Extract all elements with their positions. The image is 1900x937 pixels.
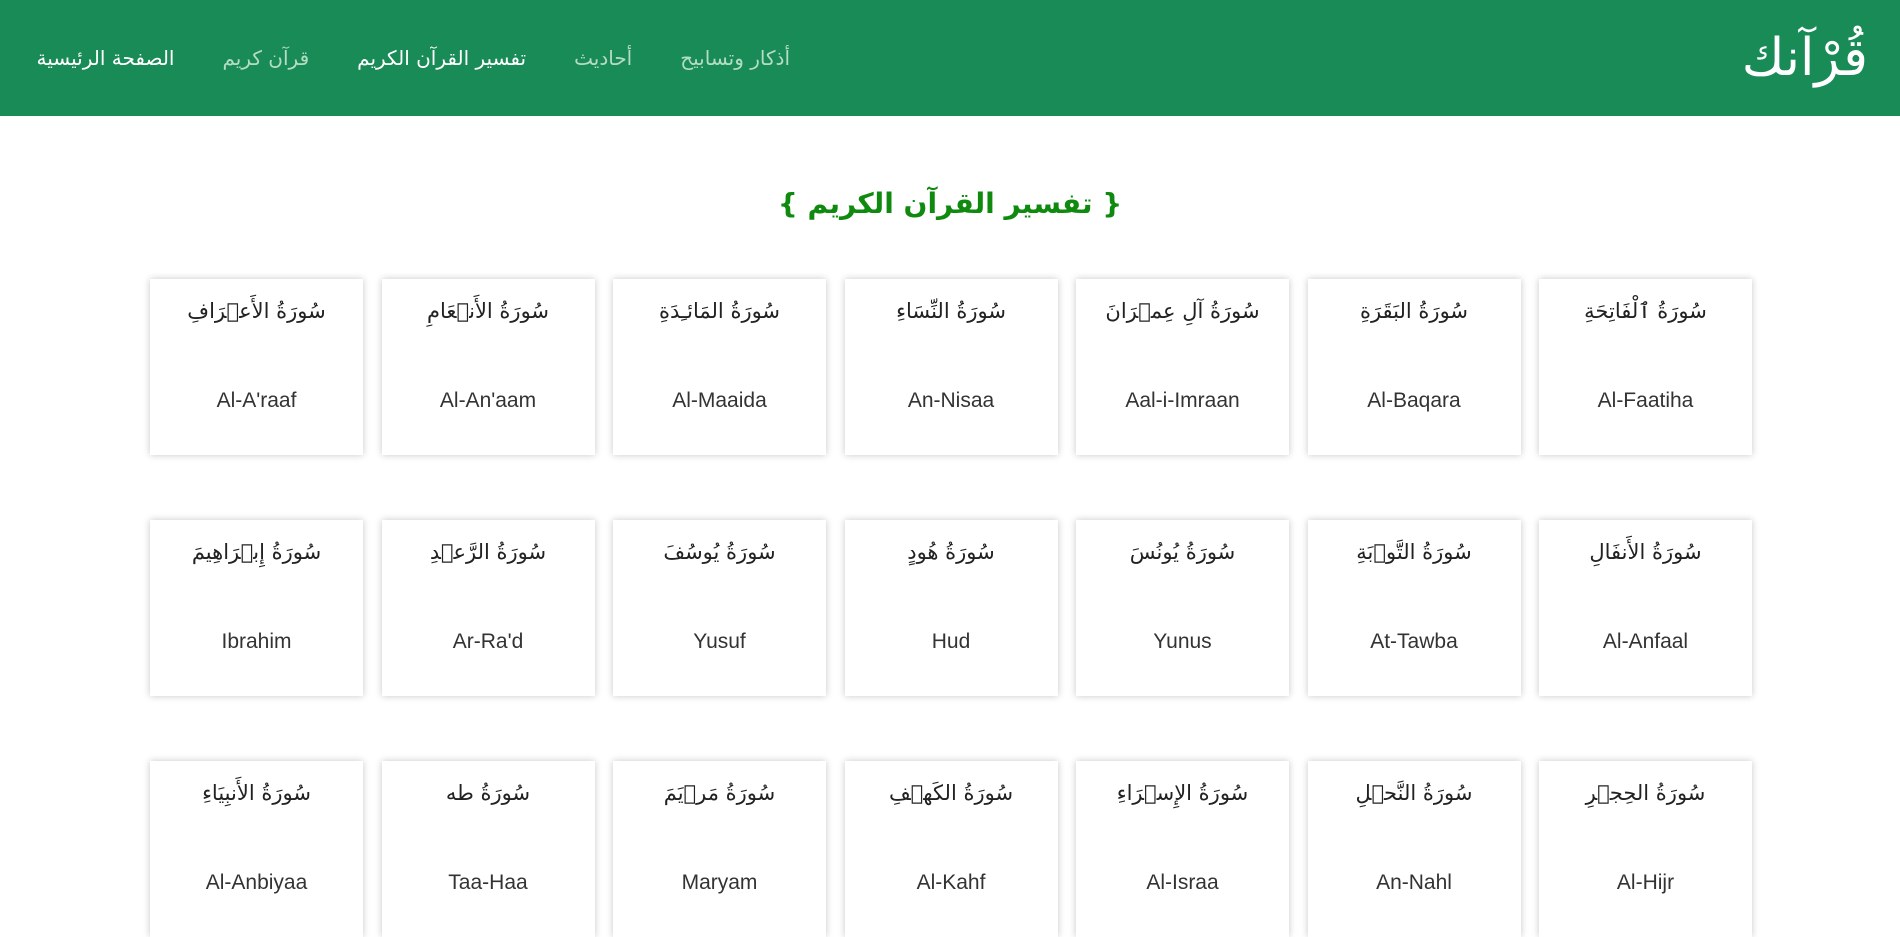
surah-arabic-name: سُورَةُ المَائـِدَةِ bbox=[658, 299, 781, 323]
surah-english-name: Aal-i-Imraan bbox=[1125, 389, 1240, 412]
surah-card[interactable]: سُورَةُ الإِسۡرَاءِ Al-Israa bbox=[1076, 761, 1289, 937]
surah-card[interactable]: سُورَةُ الكَهۡفِ Al-Kahf bbox=[844, 761, 1058, 937]
surah-english-name: Ar-Ra'd bbox=[452, 630, 524, 653]
surah-card[interactable]: سُورَةُ التَّوۡبَةِ At-Tawba bbox=[1307, 520, 1521, 696]
surah-english-name: Al-Hijr bbox=[1616, 871, 1675, 894]
surah-arabic-name: سُورَةُ الأَنبِيَاءِ bbox=[202, 781, 311, 805]
surah-english-name: At-Tawba bbox=[1370, 630, 1458, 653]
page-title: { تفسير القرآن الكريم } bbox=[777, 186, 1123, 220]
surah-card[interactable]: سُورَةُ هُودٍ Hud bbox=[844, 520, 1058, 696]
surah-english-name: Al-Baqara bbox=[1367, 389, 1461, 412]
surah-english-name: Maryam bbox=[681, 871, 758, 894]
surah-english-name: An-Nisaa bbox=[907, 389, 995, 412]
surah-english-name: Al-Israa bbox=[1146, 871, 1219, 894]
surah-card[interactable]: سُورَةُ الحِجۡرِ Al-Hijr bbox=[1539, 761, 1752, 937]
surah-english-name: Al-Anbiyaa bbox=[205, 871, 308, 894]
surah-arabic-name: سُورَةُ ٱلْفَاتِحَةِ bbox=[1584, 299, 1707, 323]
surah-card[interactable]: سُورَةُ الأَنۡعَامِ Al-An'aam bbox=[381, 279, 595, 455]
surah-card[interactable]: سُورَةُ الأَعۡرَافِ Al-A'raaf bbox=[150, 279, 363, 455]
surah-arabic-name: سُورَةُ يُوسُفَ bbox=[663, 540, 776, 564]
surah-card[interactable]: سُورَةُ المَائـِدَةِ Al-Maaida bbox=[613, 279, 826, 455]
surah-arabic-name: سُورَةُ الرَّعۡدِ bbox=[429, 540, 547, 564]
surah-card[interactable]: سُورَةُ يُونُسَ Yunus bbox=[1076, 520, 1289, 696]
surah-arabic-name: سُورَةُ هُودٍ bbox=[907, 540, 995, 564]
surah-english-name: Hud bbox=[931, 630, 971, 653]
main-nav: الصفحة الرئيسية قرآن كريم تفسير القرآن ا… bbox=[37, 0, 791, 116]
surah-arabic-name: سُورَةُ النِّسَاءِ bbox=[896, 299, 1006, 323]
surah-english-name: Ibrahim bbox=[221, 630, 292, 653]
nav-link-tafsir[interactable]: تفسير القرآن الكريم bbox=[357, 46, 526, 70]
surah-card[interactable]: سُورَةُ طه Taa-Haa bbox=[381, 761, 595, 937]
surah-card[interactable]: سُورَةُ إِبۡرَاهِيمَ Ibrahim bbox=[150, 520, 363, 696]
surah-english-name: Al-Anfaal bbox=[1602, 630, 1689, 653]
nav-link-home[interactable]: الصفحة الرئيسية bbox=[37, 46, 175, 70]
nav-link-quran[interactable]: قرآن كريم bbox=[223, 46, 310, 70]
surah-card[interactable]: سُورَةُ الأَنفَالِ Al-Anfaal bbox=[1539, 520, 1752, 696]
top-navbar: قُرْآنك الصفحة الرئيسية قرآن كريم تفسير … bbox=[0, 0, 1900, 116]
surah-arabic-name: سُورَةُ البَقَرَةِ bbox=[1359, 299, 1469, 323]
surah-card[interactable]: سُورَةُ ٱلْفَاتِحَةِ Al-Faatiha bbox=[1539, 279, 1752, 455]
surah-arabic-name: سُورَةُ إِبۡرَاهِيمَ bbox=[191, 540, 322, 564]
surah-arabic-name: سُورَةُ النَّحۡلِ bbox=[1355, 781, 1473, 805]
surah-arabic-name: سُورَةُ الأَعۡرَافِ bbox=[187, 299, 326, 323]
surah-english-name: Taa-Haa bbox=[448, 871, 528, 894]
surah-grid: سُورَةُ ٱلْفَاتِحَةِ Al-Faatiha سُورَةُ ا… bbox=[148, 279, 1752, 937]
surah-english-name: Al-Kahf bbox=[916, 871, 986, 894]
surah-arabic-name: سُورَةُ آلِ عِمۡرَانَ bbox=[1105, 299, 1260, 323]
surah-card[interactable]: سُورَةُ النَّحۡلِ An-Nahl bbox=[1307, 761, 1521, 937]
surah-arabic-name: سُورَةُ التَّوۡبَةِ bbox=[1356, 540, 1472, 564]
surah-card[interactable]: سُورَةُ الأَنبِيَاءِ Al-Anbiyaa bbox=[150, 761, 363, 937]
surah-english-name: Al-Maaida bbox=[672, 389, 767, 412]
surah-arabic-name: سُورَةُ الحِجۡرِ bbox=[1585, 781, 1706, 805]
surah-card[interactable]: سُورَةُ النِّسَاءِ An-Nisaa bbox=[844, 279, 1058, 455]
surah-arabic-name: سُورَةُ مَرۡيَمَ bbox=[663, 781, 776, 805]
surah-english-name: An-Nahl bbox=[1376, 871, 1452, 894]
surah-english-name: Al-An'aam bbox=[439, 389, 537, 412]
surah-card[interactable]: سُورَةُ آلِ عِمۡرَانَ Aal-i-Imraan bbox=[1076, 279, 1289, 455]
surah-card[interactable]: سُورَةُ مَرۡيَمَ Maryam bbox=[613, 761, 826, 937]
surah-english-name: Al-A'raaf bbox=[216, 389, 297, 412]
surah-arabic-name: سُورَةُ يُونُسَ bbox=[1129, 540, 1236, 564]
site-logo[interactable]: قُرْآنك bbox=[1742, 22, 1868, 94]
surah-arabic-name: سُورَةُ الأَنفَالِ bbox=[1589, 540, 1702, 564]
surah-arabic-name: سُورَةُ الكَهۡفِ bbox=[888, 781, 1014, 805]
nav-link-hadith[interactable]: أحاديث bbox=[574, 46, 632, 70]
surah-english-name: Yusuf bbox=[693, 630, 746, 653]
surah-arabic-name: سُورَةُ الإِسۡرَاءِ bbox=[1116, 781, 1249, 805]
surah-card[interactable]: سُورَةُ الرَّعۡدِ Ar-Ra'd bbox=[381, 520, 595, 696]
surah-arabic-name: سُورَةُ طه bbox=[445, 781, 531, 805]
surah-card[interactable]: سُورَةُ يُوسُفَ Yusuf bbox=[613, 520, 826, 696]
surah-arabic-name: سُورَةُ الأَنۡعَامِ bbox=[426, 299, 550, 323]
nav-link-adhkar[interactable]: أذكار وتسابيح bbox=[680, 46, 790, 70]
surah-english-name: Yunus bbox=[1153, 630, 1212, 653]
surah-card[interactable]: سُورَةُ البَقَرَةِ Al-Baqara bbox=[1307, 279, 1521, 455]
surah-english-name: Al-Faatiha bbox=[1597, 389, 1694, 412]
